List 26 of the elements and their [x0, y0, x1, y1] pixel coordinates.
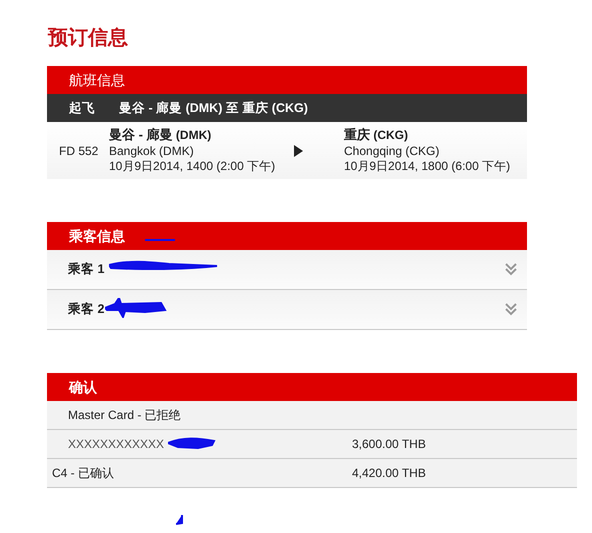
- flight-number: FD 552: [59, 142, 100, 160]
- amount: 4,420.00 THB: [352, 465, 426, 482]
- airport-name: 曼谷 - 廊曼 (DMK): [109, 127, 212, 144]
- amount: 3,600.00 THB: [352, 436, 426, 453]
- passenger-row[interactable]: 乘客 2: [47, 290, 527, 330]
- arrow-icon: [294, 145, 303, 158]
- departure-time: 10月9日2014, 1400 (2:00 下午): [109, 158, 276, 174]
- departure-time: 10月9日2014, 1800 (6:00 下午): [344, 158, 512, 174]
- section-header: 航班信息: [47, 66, 527, 94]
- airport-name: 重庆 (CKG): [344, 127, 410, 144]
- redaction-scribble: [168, 438, 215, 449]
- city-name: Chongqing (CKG): [344, 144, 440, 159]
- status-text: C4 - 已确认: [52, 466, 114, 480]
- payment-method: Master Card - 已拒绝: [68, 408, 181, 422]
- chevron-icon: [505, 262, 517, 276]
- departure-label: 起飞: [69, 100, 95, 117]
- route-text: 曼谷 - 廊曼 (DMK) 至 重庆 (CKG): [119, 100, 308, 117]
- page-title: 预订信息: [48, 26, 129, 51]
- redaction-scribble: [105, 298, 167, 318]
- section-header: 确认: [47, 373, 577, 401]
- card-number: XXXXXXXXXXXX: [68, 437, 164, 451]
- redaction-scribble: [176, 515, 183, 525]
- section-header: 乘客信息: [47, 222, 527, 250]
- passenger-row[interactable]: 乘客 1: [47, 250, 527, 290]
- city-name: Bangkok (DMK): [109, 144, 195, 159]
- chevron-icon: [505, 302, 517, 316]
